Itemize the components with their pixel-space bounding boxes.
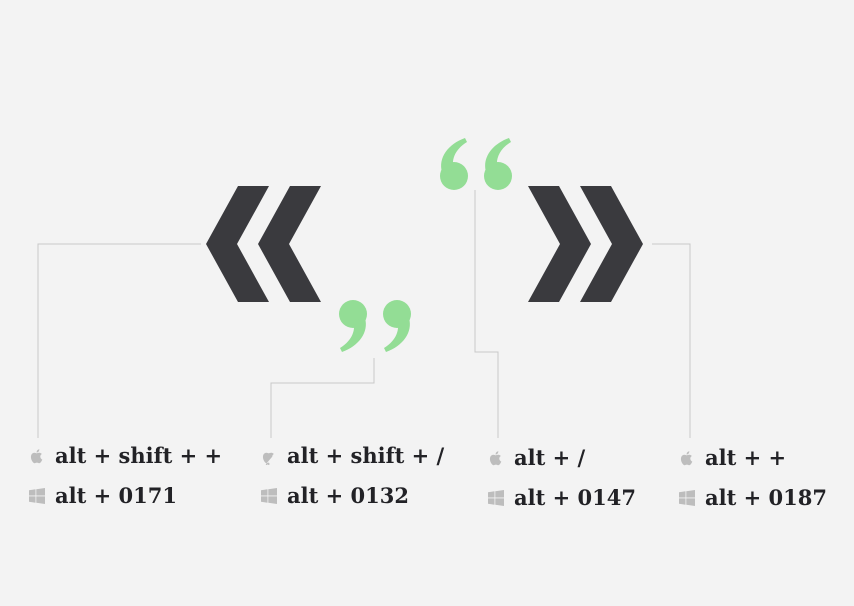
windows-shortcut-left-double-quote: alt + 0147 — [487, 486, 636, 510]
mac-shortcut-right-guillemet: alt + + — [678, 446, 786, 470]
mac-shortcut-text: alt + shift + + — [55, 443, 223, 468]
leader-line-right-guillemet — [652, 243, 691, 438]
leader-line-left-guillemet — [37, 243, 201, 438]
leader-line-low-double-quote — [270, 358, 375, 438]
left-guillemet-chevron-inner — [258, 186, 321, 302]
left-guillemet-glyph — [206, 186, 321, 302]
apple-icon — [487, 449, 505, 467]
windows-shortcut-text: alt + 0171 — [55, 483, 177, 508]
high-quote-mark-left — [440, 138, 468, 190]
mac-shortcut-text: alt + shift + / — [287, 443, 445, 468]
windows-icon — [678, 489, 696, 507]
windows-shortcut-text: alt + 0147 — [514, 485, 636, 510]
low-quote-mark-right — [383, 300, 411, 352]
right-guillemet-chevron-outer — [528, 186, 591, 302]
mac-shortcut-low-double-quote: alt + shift + / — [260, 444, 444, 468]
mac-shortcut-text: alt + / — [514, 445, 586, 470]
mac-shortcut-left-guillemet: alt + shift + + — [28, 444, 222, 468]
mac-shortcut-left-double-quote: alt + / — [487, 446, 585, 470]
high-quote-mark-right — [484, 138, 512, 190]
windows-icon — [28, 487, 46, 505]
windows-shortcut-right-guillemet: alt + 0187 — [678, 486, 827, 510]
left-double-quote-glyph — [440, 138, 512, 190]
mac-shortcut-text: alt + + — [705, 445, 787, 470]
windows-shortcut-left-guillemet: alt + 0171 — [28, 484, 177, 508]
low-double-quote-glyph — [339, 300, 411, 352]
right-guillemet-glyph — [528, 186, 643, 302]
apple-icon — [678, 449, 696, 467]
windows-icon — [487, 489, 505, 507]
apple-icon — [28, 447, 46, 465]
windows-icon — [260, 487, 278, 505]
leader-line-left-double-quote — [474, 190, 499, 438]
apple-icon — [260, 447, 278, 465]
low-quote-mark-left — [339, 300, 367, 352]
windows-shortcut-low-double-quote: alt + 0132 — [260, 484, 409, 508]
quotation-marks-illustration — [37, 138, 691, 438]
windows-shortcut-text: alt + 0132 — [287, 483, 409, 508]
windows-shortcut-text: alt + 0187 — [705, 485, 827, 510]
